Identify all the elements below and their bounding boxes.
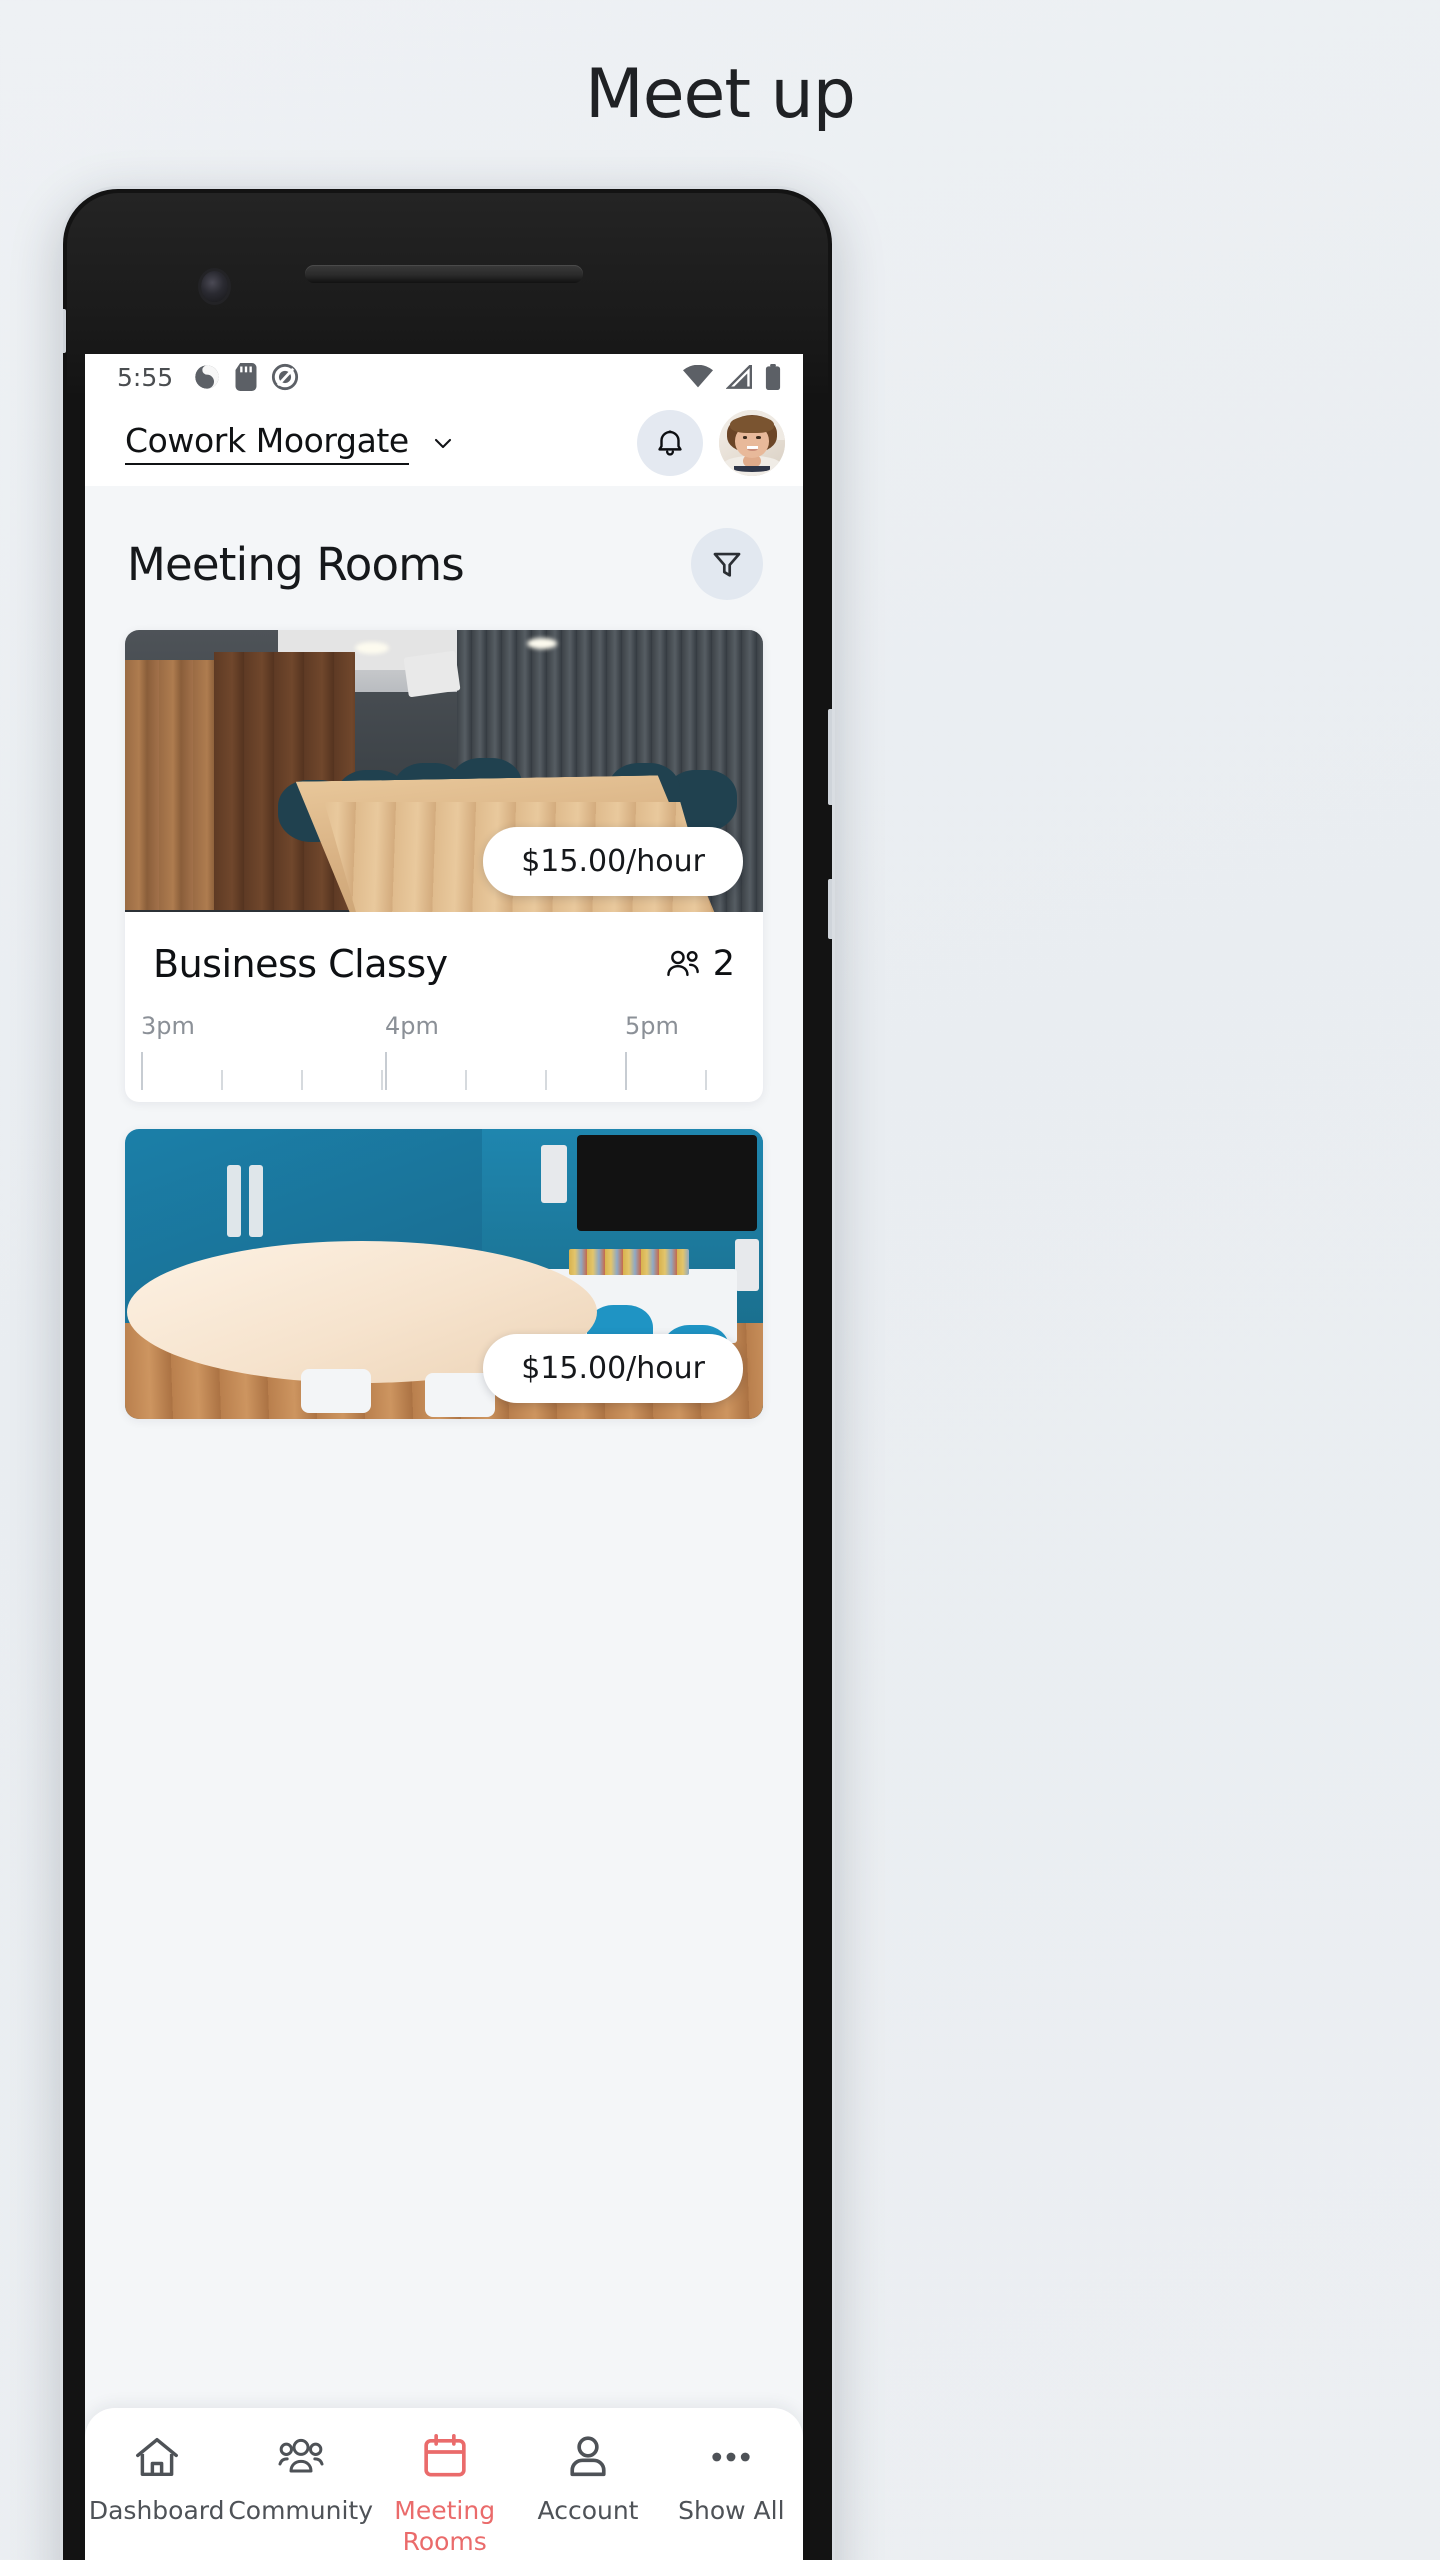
status-right-icons	[683, 364, 781, 390]
location-selector[interactable]: Cowork Moorgate	[125, 421, 455, 465]
capacity-count: 2	[712, 944, 735, 984]
room-photo: $15.00/hour	[125, 1129, 763, 1419]
filter-icon	[713, 552, 741, 577]
people-icon	[666, 950, 699, 977]
section-header: Meeting Rooms	[85, 486, 803, 630]
chevron-down-icon	[434, 438, 451, 449]
avatar[interactable]	[719, 410, 785, 476]
cellular-signal-icon	[726, 365, 752, 389]
app-bar: Cowork Moorgate	[85, 400, 803, 486]
sync-icon	[195, 365, 219, 389]
timeline-label: 4pm	[385, 1012, 439, 1040]
more-horizontal-icon	[712, 2452, 750, 2462]
nav-item-account[interactable]: Account	[516, 2432, 659, 2527]
room-list: $15.00/hour Business Classy 2 3pm 4pm 5p…	[85, 630, 803, 1419]
data-saver-icon	[272, 363, 299, 391]
person-icon	[570, 2436, 606, 2477]
location-name: Cowork Moorgate	[125, 421, 409, 465]
people-group-icon	[278, 2438, 324, 2473]
front-camera-icon	[201, 271, 228, 302]
nav-label: Account	[537, 2496, 639, 2525]
price-badge: $15.00/hour	[483, 1334, 743, 1403]
room-name: Business Classy	[153, 942, 448, 986]
nav-label: Community	[228, 2496, 374, 2525]
timeline-label: 3pm	[141, 1012, 195, 1040]
nav-item-meeting-rooms[interactable]: Meeting Rooms	[373, 2432, 516, 2557]
page-heading: Meeting Rooms	[127, 537, 465, 591]
room-card[interactable]: $15.00/hour Business Classy 2 3pm 4pm 5p…	[125, 630, 763, 1102]
home-icon	[135, 2437, 178, 2477]
earpiece-speaker	[305, 265, 583, 283]
phone-mockup: 5:55 Cowork Moorgate Meeting Rooms $15.0…	[60, 186, 835, 2560]
price-badge: $15.00/hour	[483, 827, 743, 896]
battery-icon	[765, 364, 781, 390]
timeline-ticks	[141, 1052, 735, 1096]
phone-power-button	[828, 709, 832, 805]
timeline-labels: 3pm 4pm 5pm	[141, 1012, 735, 1046]
room-capacity: 2	[663, 944, 735, 984]
room-photo: $15.00/hour	[125, 630, 763, 912]
sd-card-icon	[235, 363, 257, 391]
availability-timeline[interactable]: 3pm 4pm 5pm	[141, 1012, 735, 1102]
status-time: 5:55	[117, 362, 174, 392]
wifi-icon	[683, 365, 713, 388]
phone-left-notch	[63, 309, 66, 353]
calendar-icon	[424, 2434, 466, 2477]
filter-button[interactable]	[691, 528, 763, 600]
status-bar: 5:55	[85, 354, 803, 400]
timeline-label: 5pm	[625, 1012, 679, 1040]
nav-item-dashboard[interactable]: Dashboard	[85, 2432, 228, 2527]
nav-item-show-all[interactable]: Show All	[660, 2432, 803, 2527]
page-title: Meet up	[585, 55, 856, 134]
nav-label: Dashboard	[88, 2496, 225, 2525]
notifications-button[interactable]	[637, 410, 703, 476]
bottom-navigation: Dashboard Community Meeting Rooms Accoun…	[85, 2408, 803, 2560]
room-card[interactable]: $15.00/hour	[125, 1129, 763, 1419]
bell-icon	[658, 430, 682, 456]
phone-volume-button	[828, 879, 832, 939]
nav-label: Show All	[678, 2496, 785, 2525]
status-left-icons	[193, 363, 299, 391]
phone-screen: 5:55 Cowork Moorgate Meeting Rooms $15.0…	[85, 354, 803, 2560]
nav-item-community[interactable]: Community	[228, 2432, 373, 2527]
nav-label: Meeting Rooms	[394, 2496, 496, 2556]
